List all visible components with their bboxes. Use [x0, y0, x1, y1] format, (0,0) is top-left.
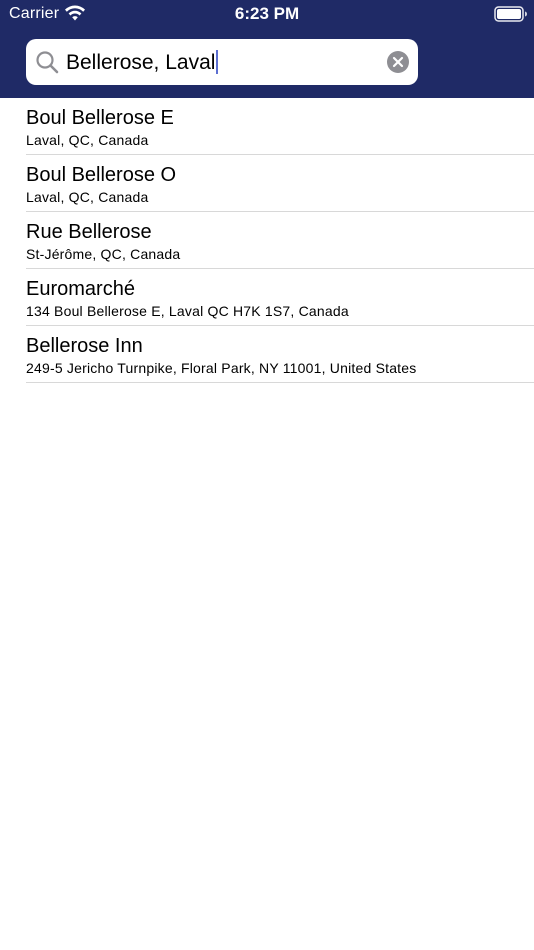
result-row-rue-bellerose[interactable]: Rue Bellerose St-Jérôme, QC, Canada — [26, 212, 534, 269]
result-subtitle: 134 Boul Bellerose E, Laval QC H7K 1S7, … — [26, 303, 349, 319]
result-row-bellerose-inn[interactable]: Bellerose Inn 249-5 Jericho Turnpike, Fl… — [26, 326, 534, 383]
result-subtitle: St-Jérôme, QC, Canada — [26, 246, 181, 262]
text-caret — [216, 50, 219, 74]
result-subtitle: Laval, QC, Canada — [26, 189, 149, 205]
search-input-value: Bellerose, Laval — [66, 51, 216, 74]
status-bar: Carrier 6:23 PM — [0, 0, 534, 28]
result-title: Boul Bellerose E — [26, 107, 174, 129]
navigation-header: Carrier 6:23 PM Bellerose, Laval — [0, 0, 534, 98]
battery-icon — [494, 6, 527, 22]
status-time: 6:23 PM — [234, 4, 300, 23]
search-input[interactable]: Bellerose, Laval — [66, 50, 219, 76]
result-subtitle: Laval, QC, Canada — [26, 132, 149, 148]
result-title: Rue Bellerose — [26, 221, 152, 243]
search-results-list: Boul Bellerose E Laval, QC, Canada Boul … — [26, 98, 534, 383]
result-row-boul-bellerose-e[interactable]: Boul Bellerose E Laval, QC, Canada — [26, 98, 534, 155]
search-icon — [36, 51, 59, 74]
result-row-euromarche[interactable]: Euromarché 134 Boul Bellerose E, Laval Q… — [26, 269, 534, 326]
clear-icon[interactable] — [387, 51, 409, 73]
search-bar[interactable]: Bellerose, Laval — [26, 39, 418, 85]
result-subtitle: 249-5 Jericho Turnpike, Floral Park, NY … — [26, 360, 417, 376]
result-title: Boul Bellerose O — [26, 164, 177, 186]
result-title: Bellerose Inn — [26, 335, 143, 357]
result-title: Euromarché — [26, 278, 135, 300]
result-row-boul-bellerose-o[interactable]: Boul Bellerose O Laval, QC, Canada — [26, 155, 534, 212]
